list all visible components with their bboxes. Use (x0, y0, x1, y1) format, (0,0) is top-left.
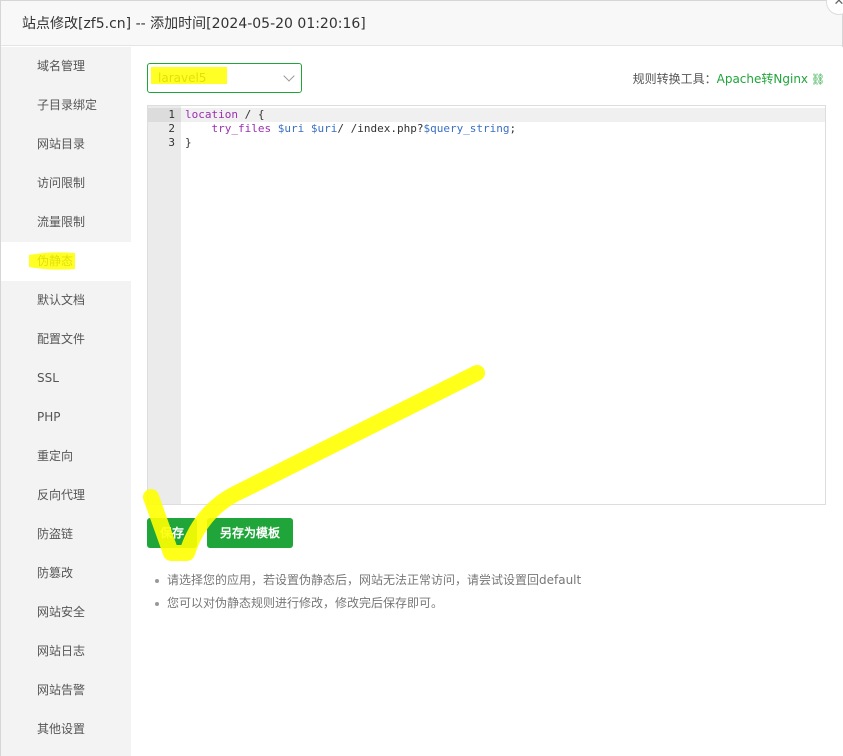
sidebar-item-site-logs[interactable]: 网站日志 (1, 632, 131, 671)
code-line: location / { (185, 108, 265, 121)
code-line: } (185, 136, 192, 149)
active-line-gutter (148, 108, 181, 122)
rewrite-code-editor[interactable]: 1 2 3 location / { try_files $uri $uri/ … (147, 105, 826, 505)
sidebar-item-access-restriction[interactable]: 访问限制 (1, 164, 131, 203)
rewrite-template-select[interactable]: laravel5 (147, 63, 302, 93)
tip-item: 您可以对伪静态规则进行修改，修改完后保存即可。 (153, 592, 813, 615)
rule-converter: 规则转换工具：Apache转Nginx ⛓ (633, 70, 825, 87)
sidebar-item-config-file[interactable]: 配置文件 (1, 320, 131, 359)
sidebar-item-redirect[interactable]: 重定向 (1, 437, 131, 476)
sidebar-item-traffic-limit[interactable]: 流量限制 (1, 203, 131, 242)
chevron-down-icon (283, 70, 295, 82)
dialog-titlebar: 站点修改[zf5.cn] -- 添加时间[2024-05-20 01:20:16… (1, 1, 842, 46)
save-button[interactable]: 保存 (147, 518, 197, 548)
active-line-highlight (181, 108, 825, 122)
sidebar-item-rewrite[interactable]: 伪静态 (1, 242, 131, 281)
sidebar-item-ssl[interactable]: SSL (1, 359, 131, 398)
line-number: 2 (168, 122, 175, 135)
sidebar-item-other-settings[interactable]: 其他设置 (1, 710, 131, 749)
sidebar-item-subdirectory-binding[interactable]: 子目录绑定 (1, 86, 131, 125)
sidebar-item-site-alerts[interactable]: 网站告警 (1, 671, 131, 710)
tips-list: 请选择您的应用，若设置伪静态后，网站无法正常访问，请尝试设置回default 您… (153, 569, 813, 615)
rule-converter-label: 规则转换工具： (632, 72, 717, 86)
rewrite-template-value: laravel5 (158, 71, 207, 85)
sidebar-item-hotlink-protection[interactable]: 防盗链 (1, 515, 131, 554)
apache-to-nginx-link[interactable]: Apache转Nginx (717, 72, 808, 86)
link-icon[interactable]: ⛓ (811, 73, 825, 86)
sidebar-item-default-document[interactable]: 默认文档 (1, 281, 131, 320)
save-as-template-button[interactable]: 另存为模板 (207, 518, 293, 548)
settings-sidebar: 域名管理 子目录绑定 网站目录 访问限制 流量限制 伪静态 默认文档 配置文件 … (1, 47, 131, 756)
site-edit-dialog: 站点修改[zf5.cn] -- 添加时间[2024-05-20 01:20:16… (0, 0, 843, 756)
line-number: 3 (168, 136, 175, 149)
sidebar-item-reverse-proxy[interactable]: 反向代理 (1, 476, 131, 515)
line-number: 1 (168, 108, 175, 121)
dialog-title: 站点修改[zf5.cn] -- 添加时间[2024-05-20 01:20:16… (22, 16, 366, 32)
sidebar-item-site-security[interactable]: 网站安全 (1, 593, 131, 632)
sidebar-item-site-directory[interactable]: 网站目录 (1, 125, 131, 164)
sidebar-item-php[interactable]: PHP (1, 398, 131, 437)
code-line: try_files $uri $uri/ /index.php?$query_s… (211, 122, 517, 135)
sidebar-item-tamper-protection[interactable]: 防篡改 (1, 554, 131, 593)
rewrite-panel: laravel5 规则转换工具：Apache转Nginx ⛓ 1 2 3 loca… (131, 47, 843, 756)
editor-gutter: 1 2 3 (148, 106, 181, 504)
sidebar-item-domain-management[interactable]: 域名管理 (1, 47, 131, 86)
tip-item: 请选择您的应用，若设置伪静态后，网站无法正常访问，请尝试设置回default (153, 569, 813, 592)
